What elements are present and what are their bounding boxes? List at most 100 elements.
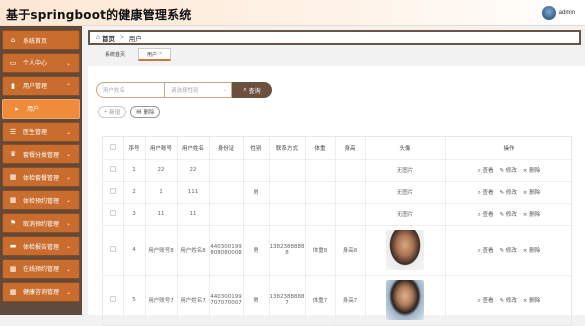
cell-weight: 体重7 (305, 275, 336, 325)
view-button[interactable]: ⌕ 查看 (478, 246, 494, 255)
cell-operations: ⌕ 查看 ✎ 修改 × 删除 (445, 181, 571, 204)
cell-index: 1 (123, 159, 146, 182)
breadcrumb-separator: > (119, 34, 124, 41)
delete-row-button[interactable]: × 删除 (523, 296, 540, 305)
user-avatar[interactable] (541, 6, 556, 20)
sidebar-item-checkup-package[interactable]: ▦ 体检套餐管理 ⌄ (2, 167, 80, 188)
app-title: 基于springboot的健康管理系统 (6, 8, 192, 22)
cell-gender (243, 159, 270, 182)
edit-button[interactable]: ✎ 修改 (500, 296, 517, 305)
cell-index: 3 (123, 203, 146, 226)
sidebar-item-home[interactable]: ⌂ 系统首页 (2, 30, 80, 50)
name-search-input[interactable]: 用户姓名 (96, 82, 164, 98)
grid-icon: ▦ (9, 287, 17, 296)
sidebar-item-user-management[interactable]: ▮ 用户管理 ⌃ (2, 75, 80, 96)
content-panel: 用户姓名 请选择性别 ⌄ ⌕ 查询 + 新增 ▤ 删除 序号 用户账号 用户姓名… (88, 66, 585, 326)
monitor-icon: ▬ (9, 242, 17, 251)
tab-home[interactable]: 系统首页 (96, 48, 134, 61)
grid-icon: ▦ (9, 196, 17, 205)
table-row: 2 1 111 男 无图片 ⌕ 查看 ✎ 修改 × 删除 (103, 181, 571, 204)
search-form: 用户姓名 请选择性别 ⌄ ⌕ 查询 (96, 82, 272, 98)
cell-phone: 13823888887 (269, 275, 306, 325)
sidebar-item-label: 套餐分类管理 (23, 151, 60, 159)
user-menu[interactable]: admin (541, 6, 575, 20)
chevron-down-icon: ⌄ (65, 151, 71, 159)
delete-row-button[interactable]: × 删除 (523, 210, 540, 219)
column-header: 用户姓名 (177, 137, 210, 160)
sidebar-item-package-category[interactable]: ♛ 套餐分类管理 ⌄ (2, 144, 80, 165)
sidebar-item-profile[interactable]: ▭ 个人中心 ⌄ (2, 52, 80, 73)
query-button[interactable]: ⌕ 查询 (232, 82, 272, 98)
cell-gender (243, 203, 270, 226)
tab-label: 系统首页 (105, 52, 126, 58)
edit-button[interactable]: ✎ 修改 (500, 210, 517, 219)
sidebar-item-online-booking[interactable]: ▦ 在线预约管理 ⌄ (2, 258, 80, 279)
chevron-down-icon: ⌄ (65, 265, 71, 273)
cell-index: 5 (123, 275, 146, 325)
chevron-down-icon: ⌄ (65, 59, 71, 67)
chevron-down-icon: ⌄ (65, 220, 71, 228)
cell-avatar: 无图片 (365, 159, 446, 182)
user-name[interactable]: admin (559, 10, 575, 16)
cell-avatar: 无图片 (365, 181, 446, 204)
sidebar-item-label: 系统首页 (23, 37, 48, 45)
sidebar-item-cancel-booking[interactable]: ⚑ 取消预约管理 ⌄ (2, 213, 80, 234)
view-button[interactable]: ⌕ 查看 (478, 296, 494, 305)
gender-select[interactable]: 请选择性别 ⌄ (164, 82, 232, 98)
home-icon: ⌂ (10, 36, 16, 44)
tab-user[interactable]: 用户 × (138, 48, 171, 61)
breadcrumb-home[interactable]: 首页 (102, 33, 115, 43)
query-button-label: 查询 (248, 88, 261, 95)
sidebar-item-label: 用户管理 (23, 83, 48, 91)
row-checkbox[interactable] (103, 181, 124, 204)
edit-button[interactable]: ✎ 修改 (500, 188, 517, 197)
select-all-checkbox[interactable] (103, 137, 124, 160)
chevron-down-icon: ⌄ (65, 197, 71, 205)
list-icon: ☰ (9, 127, 17, 136)
view-button[interactable]: ⌕ 查看 (478, 210, 494, 219)
cell-id-card: 440300199808080008 (209, 225, 244, 276)
delete-row-button[interactable]: × 删除 (523, 188, 540, 197)
sidebar-item-health-consult[interactable]: ▦ 健康咨询管理 ⌄ (2, 281, 80, 302)
cell-avatar (365, 275, 446, 325)
view-button[interactable]: ⌕ 查看 (478, 166, 494, 175)
cell-id-card (209, 203, 244, 226)
sidebar: ⌂ 系统首页 ▭ 个人中心 ⌄ ▮ 用户管理 ⌃ ▸ 用户 ☰ 医生管理 ⌄ ♛… (0, 26, 82, 315)
sidebar-subitem-user[interactable]: ▸ 用户 (2, 98, 80, 119)
cell-phone (269, 203, 306, 226)
sidebar-item-label: 在线预约管理 (23, 266, 60, 274)
cell-operations: ⌕ 查看 ✎ 修改 × 删除 (445, 225, 571, 276)
column-header: 序号 (123, 137, 146, 160)
edit-button[interactable]: ✎ 修改 (500, 166, 517, 175)
close-icon[interactable]: × (159, 51, 162, 57)
sidebar-item-checkup-booking[interactable]: ▦ 体检预约管理 ⌄ (2, 190, 80, 211)
column-header: 操作 (445, 137, 571, 160)
clipboard-icon: ▮ (11, 81, 15, 90)
delete-row-button[interactable]: × 删除 (523, 246, 540, 255)
table-row: 3 11 11 无图片 ⌕ 查看 ✎ 修改 × 删除 (103, 203, 571, 226)
cell-weight: 体重8 (305, 225, 336, 276)
sidebar-item-checkup-report[interactable]: ▬ 体检报告管理 ⌄ (2, 236, 80, 257)
delete-row-button[interactable]: × 删除 (523, 166, 540, 175)
delete-button[interactable]: ▤ 删除 (130, 106, 161, 118)
add-button[interactable]: + 新增 (98, 106, 127, 118)
row-checkbox[interactable] (103, 203, 124, 226)
cell-operations: ⌕ 查看 ✎ 修改 × 删除 (445, 159, 571, 182)
sidebar-item-label: 个人中心 (23, 60, 48, 68)
chevron-down-icon: ⌄ (65, 243, 71, 251)
chevron-down-icon: ⌄ (65, 128, 71, 136)
cell-name: 用户姓名7 (177, 275, 210, 325)
view-button[interactable]: ⌕ 查看 (478, 188, 494, 197)
sidebar-item-doctor-management[interactable]: ☰ 医生管理 ⌄ (2, 121, 80, 142)
row-checkbox[interactable] (103, 225, 124, 276)
edit-button[interactable]: ✎ 修改 (500, 246, 517, 255)
cell-name: 111 (177, 181, 210, 204)
row-checkbox[interactable] (103, 159, 124, 182)
cell-account: 用户账号8 (145, 225, 178, 276)
row-checkbox[interactable] (103, 275, 124, 325)
id-card-icon: ▭ (9, 58, 17, 67)
grid-icon: ▦ (9, 173, 17, 182)
caret-right-icon: ▸ (15, 104, 19, 113)
column-header: 体重 (305, 137, 336, 160)
home-icon: ⌂ (96, 34, 100, 41)
